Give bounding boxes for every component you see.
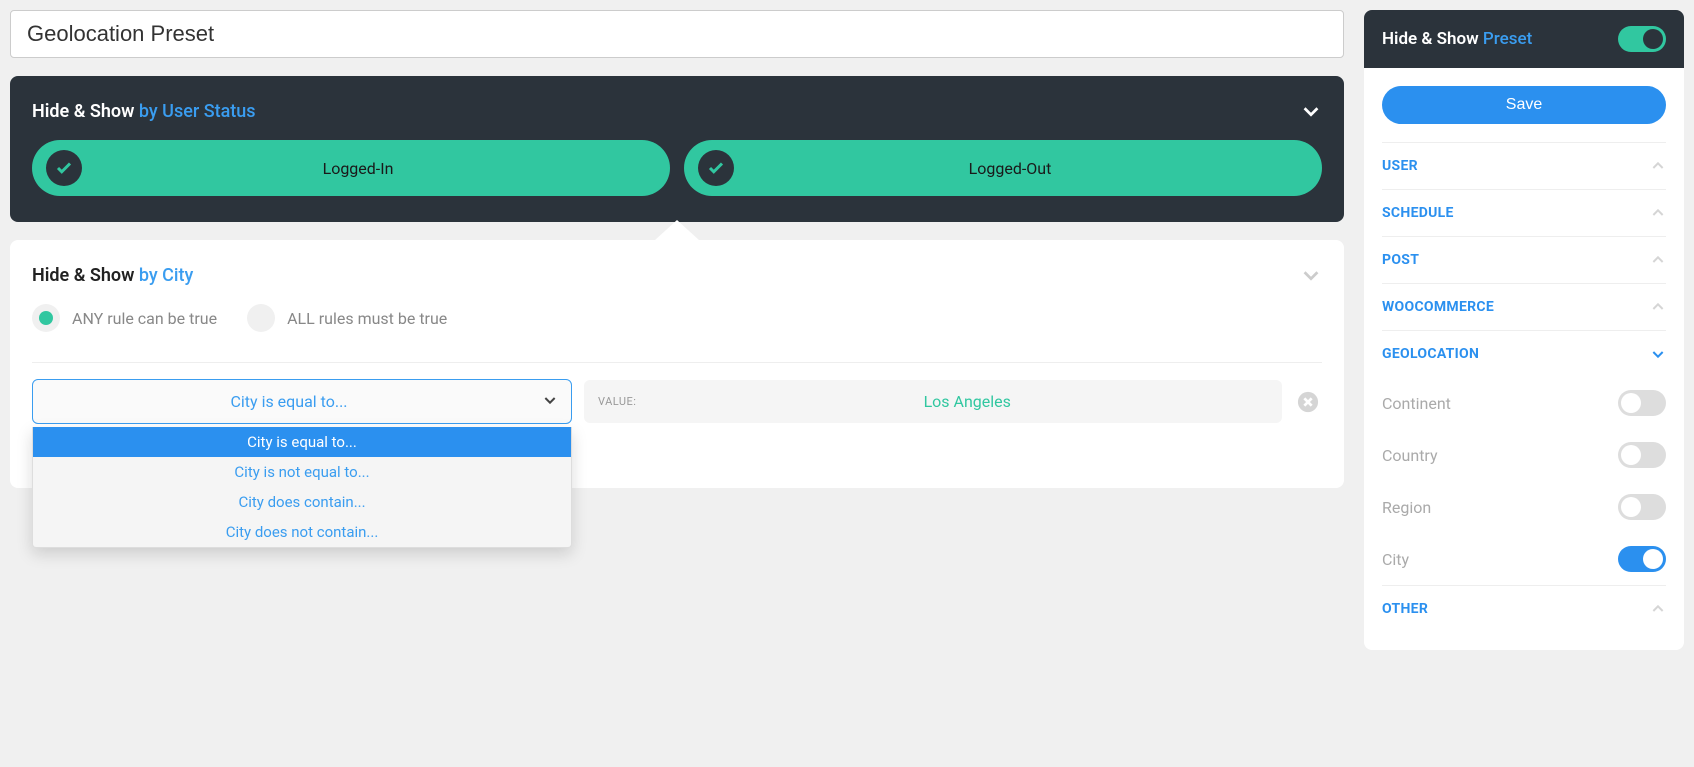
radio-off-icon	[247, 304, 275, 332]
continent-toggle[interactable]	[1618, 390, 1666, 416]
section-geolocation[interactable]: GEOLOCATION	[1382, 330, 1666, 377]
geo-city-row: City	[1382, 533, 1666, 585]
section-label: GEOLOCATION	[1382, 346, 1479, 362]
value-input[interactable]: VALUE: Los Angeles	[584, 380, 1282, 423]
section-label: USER	[1382, 158, 1418, 174]
value-text: Los Angeles	[666, 392, 1268, 411]
chevron-up-icon	[1650, 601, 1666, 617]
sub-label: City	[1382, 550, 1409, 569]
city-panel: Hide & Show by City ANY rule can be true…	[10, 240, 1344, 488]
panel-title-prefix: Hide & Show	[32, 265, 139, 286]
sub-label: Region	[1382, 498, 1431, 517]
operator-dropdown: City is equal to... City is not equal to…	[32, 427, 572, 548]
main-column: Hide & Show by User Status Logged-In Log…	[10, 10, 1344, 650]
panel-header: Hide & Show by User Status	[32, 100, 1322, 122]
chevron-down-icon	[1650, 346, 1666, 362]
pill-label: Logged-Out	[712, 159, 1308, 178]
chevron-up-icon	[1650, 158, 1666, 174]
any-rule-radio[interactable]: ANY rule can be true	[32, 304, 217, 332]
dropdown-item-equal[interactable]: City is equal to...	[33, 427, 571, 457]
chevron-up-icon	[1650, 299, 1666, 315]
dropdown-item-not-equal[interactable]: City is not equal to...	[33, 457, 571, 487]
radio-label: ALL rules must be true	[287, 309, 447, 328]
user-status-panel: Hide & Show by User Status Logged-In Log…	[10, 76, 1344, 222]
geo-region-row: Region	[1382, 481, 1666, 533]
save-button[interactable]: Save	[1382, 86, 1666, 124]
panel-header: Hide & Show by City	[32, 264, 1322, 286]
sidebar-title-sub: Preset	[1483, 29, 1532, 49]
value-label: VALUE:	[598, 395, 636, 408]
sidebar-title-prefix: Hide & Show	[1382, 29, 1483, 49]
panel-notch	[655, 220, 699, 240]
logged-in-pill[interactable]: Logged-In	[32, 140, 670, 196]
geo-continent-row: Continent	[1382, 377, 1666, 429]
sidebar: Hide & Show Preset Save USER SCHEDULE PO…	[1364, 10, 1684, 650]
geo-country-row: Country	[1382, 429, 1666, 481]
radio-on-icon	[32, 304, 60, 332]
select-display: City is equal to...	[32, 379, 572, 424]
radio-label: ANY rule can be true	[72, 309, 217, 328]
panel-title: Hide & Show by City	[32, 265, 193, 286]
section-label: OTHER	[1382, 601, 1428, 617]
rule-row: City is equal to... City is equal to... …	[32, 379, 1322, 424]
sidebar-header: Hide & Show Preset	[1364, 10, 1684, 68]
operator-select[interactable]: City is equal to... City is equal to... …	[32, 379, 572, 424]
section-label: SCHEDULE	[1382, 205, 1454, 221]
country-toggle[interactable]	[1618, 442, 1666, 468]
logged-out-pill[interactable]: Logged-Out	[684, 140, 1322, 196]
sub-label: Country	[1382, 446, 1438, 465]
preset-toggle[interactable]	[1618, 26, 1666, 52]
rule-mode-row: ANY rule can be true ALL rules must be t…	[32, 304, 1322, 332]
dropdown-item-contain[interactable]: City does contain...	[33, 487, 571, 517]
section-other[interactable]: OTHER	[1382, 585, 1666, 632]
section-post[interactable]: POST	[1382, 236, 1666, 283]
sub-label: Continent	[1382, 394, 1451, 413]
panel-title-prefix: Hide & Show	[32, 101, 139, 122]
section-label: WOOCOMMERCE	[1382, 299, 1494, 315]
pill-row: Logged-In Logged-Out	[32, 140, 1322, 196]
chevron-down-icon[interactable]	[1300, 100, 1322, 122]
remove-rule-button[interactable]	[1294, 388, 1322, 416]
section-label: POST	[1382, 252, 1419, 268]
chevron-down-icon[interactable]	[1300, 264, 1322, 286]
pill-label: Logged-In	[60, 159, 656, 178]
dropdown-item-not-contain[interactable]: City does not contain...	[33, 517, 571, 547]
divider	[32, 362, 1322, 363]
region-toggle[interactable]	[1618, 494, 1666, 520]
panel-title-sub: by City	[139, 265, 193, 286]
sidebar-title: Hide & Show Preset	[1382, 29, 1532, 49]
section-user[interactable]: USER	[1382, 142, 1666, 189]
all-rules-radio[interactable]: ALL rules must be true	[247, 304, 447, 332]
sidebar-body: Save USER SCHEDULE POST WOOCOMMERCE GEOL…	[1364, 68, 1684, 650]
city-toggle[interactable]	[1618, 546, 1666, 572]
section-woocommerce[interactable]: WOOCOMMERCE	[1382, 283, 1666, 330]
panel-title-sub: by User Status	[139, 101, 256, 122]
chevron-up-icon	[1650, 252, 1666, 268]
preset-title-input[interactable]	[10, 10, 1344, 58]
section-schedule[interactable]: SCHEDULE	[1382, 189, 1666, 236]
panel-title: Hide & Show by User Status	[32, 101, 256, 122]
chevron-up-icon	[1650, 205, 1666, 221]
